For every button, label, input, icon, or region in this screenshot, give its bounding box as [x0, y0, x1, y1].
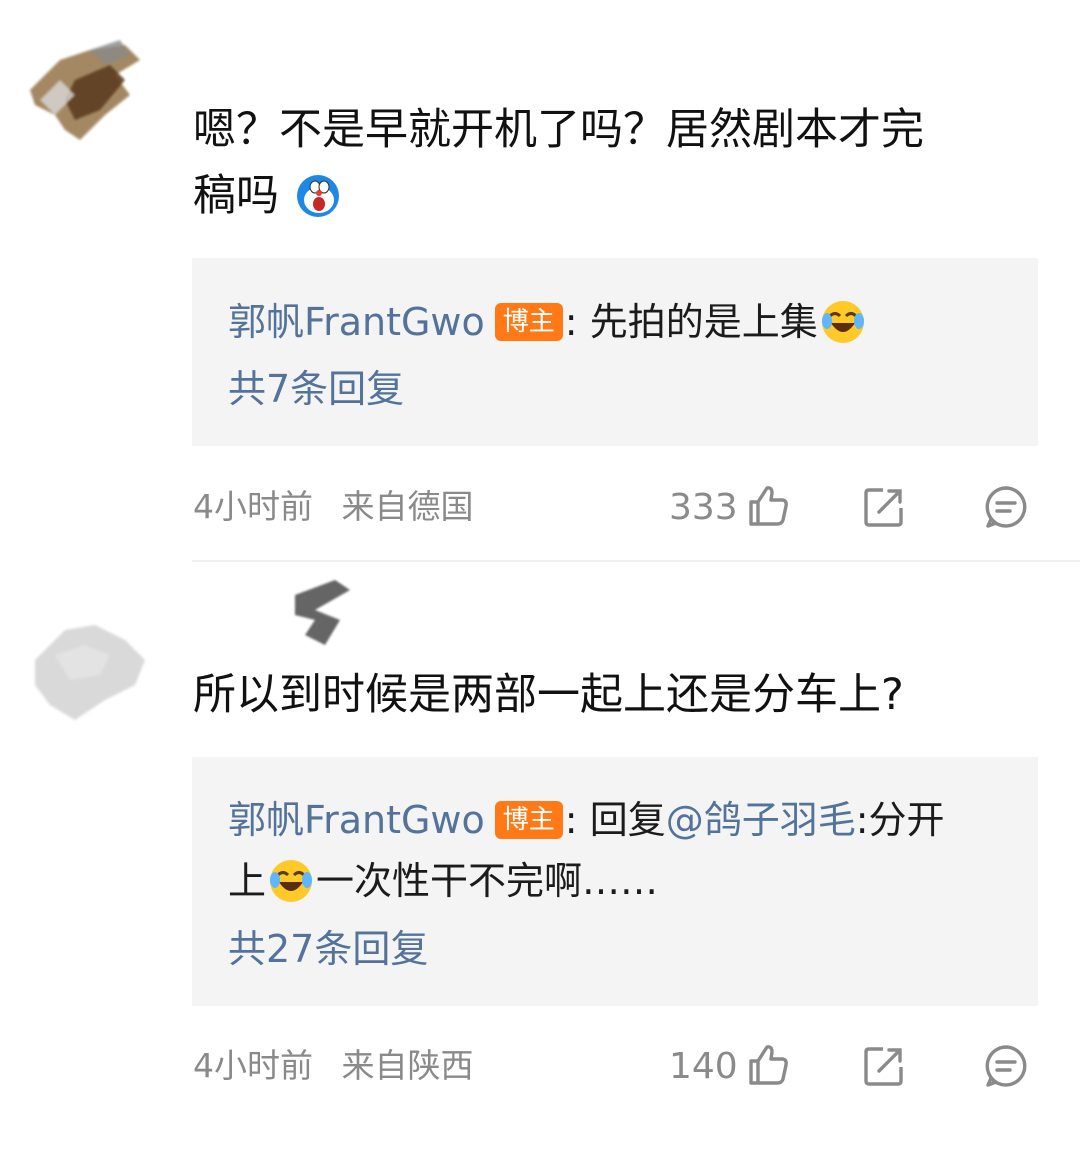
comment-item: 所以到时候是两部一起上还是分车上? 郭帆FrantGwo 博主: 回复@鸽子羽毛:…	[0, 0, 1080, 1156]
blogger-badge: 博主	[494, 800, 563, 839]
reply-line: 上 一次性干不完啊……	[228, 859, 659, 903]
timestamp: 4小时前	[193, 1046, 313, 1085]
comment-actions: 140	[665, 1041, 1045, 1093]
mention-link[interactable]: @鸽子羽毛	[666, 798, 856, 842]
username-blurred	[295, 580, 350, 645]
user-avatar-blurred[interactable]	[25, 600, 165, 740]
comment-icon[interactable]	[983, 1043, 1029, 1089]
thumbs-up-icon[interactable]	[745, 1041, 791, 1087]
reply-box[interactable]: 郭帆FrantGwo 博主: 回复@鸽子羽毛:分开 上 一次性干不完啊…… 共27…	[192, 757, 1038, 1006]
share-icon[interactable]	[861, 1043, 907, 1089]
reply-author[interactable]: 郭帆FrantGwo	[228, 798, 485, 842]
reply-count-link[interactable]: 共27条回复	[228, 918, 428, 980]
like-count: 140	[669, 1046, 738, 1087]
comment-meta: 4小时前 来自陕西	[193, 1046, 492, 1086]
comment-text: 所以到时候是两部一起上还是分车上?	[193, 670, 904, 720]
location: 来自陕西	[341, 1046, 474, 1085]
reply-line: 郭帆FrantGwo 博主: 回复@鸽子羽毛:分开	[228, 798, 945, 842]
laugh-cry-emoji	[270, 859, 313, 902]
